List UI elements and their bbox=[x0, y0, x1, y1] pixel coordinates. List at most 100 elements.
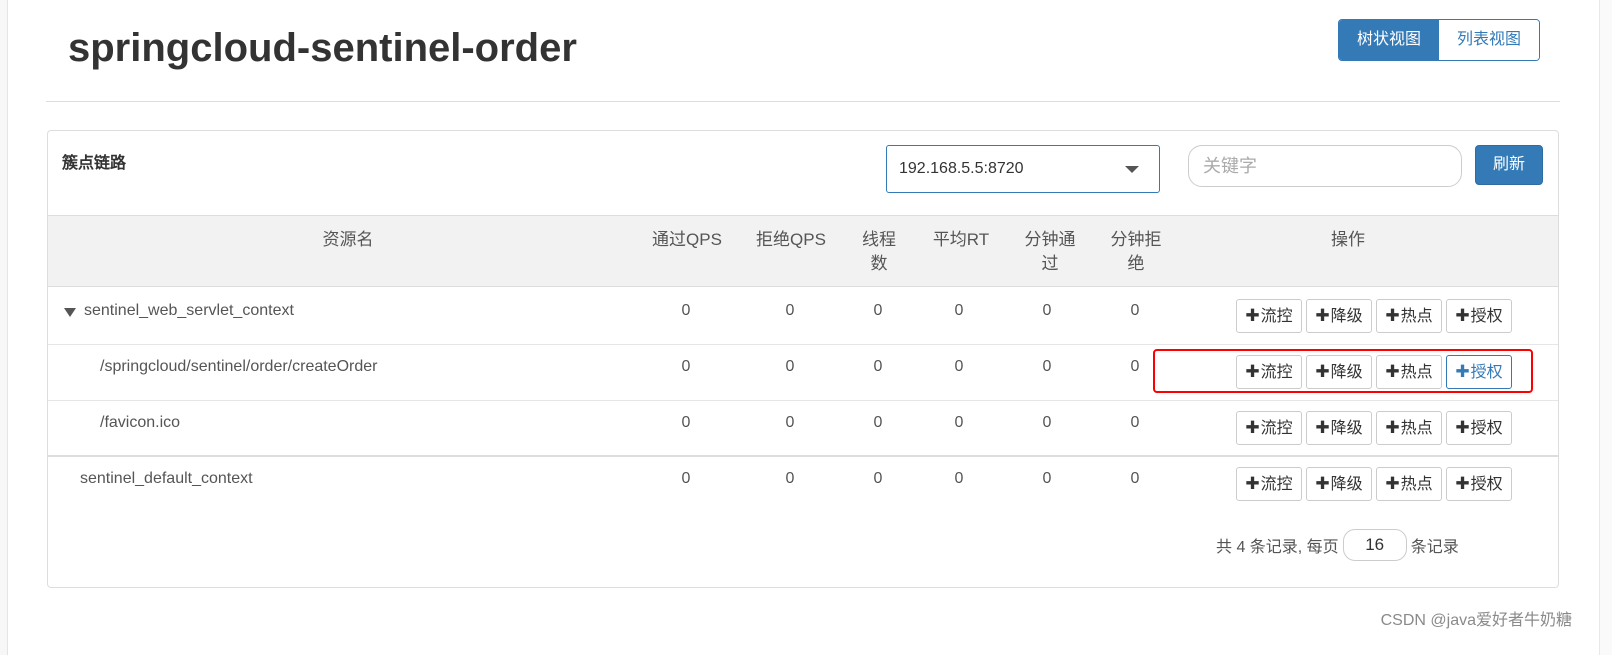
hot-label: 热点 bbox=[1400, 364, 1433, 381]
keyword-search-input[interactable] bbox=[1188, 145, 1462, 187]
auth-label: 授权 bbox=[1470, 476, 1503, 493]
avg-rt-value: 0 bbox=[954, 414, 964, 431]
machine-select[interactable]: 192.168.5.5:8720 bbox=[886, 145, 1160, 193]
degrade-label: 降级 bbox=[1330, 308, 1363, 325]
table-header: 资源名 通过QPS 拒绝QPS 线程数 平均RT 分钟通过 分钟拒绝 操作 bbox=[48, 215, 1558, 287]
row-actions: ✚流控 ✚降级 ✚热点 ✚授权 bbox=[1236, 467, 1512, 501]
add-auth-rule-button[interactable]: ✚授权 bbox=[1446, 467, 1512, 501]
header-pass-qps: 通过QPS bbox=[652, 230, 722, 249]
scrollbar-track[interactable] bbox=[1599, 0, 1612, 655]
minute-pass-value: 0 bbox=[1042, 302, 1052, 319]
table-row: sentinel_default_context 0 0 0 0 0 0 ✚流控… bbox=[48, 455, 1558, 513]
page-title: springcloud-sentinel-order bbox=[68, 26, 577, 70]
degrade-label: 降级 bbox=[1330, 420, 1363, 437]
table-row: sentinel_web_servlet_context 0 0 0 0 0 0… bbox=[48, 287, 1558, 345]
tree-view-button[interactable]: 树状视图 bbox=[1339, 20, 1439, 60]
threads-value: 0 bbox=[873, 358, 883, 375]
add-auth-rule-button[interactable]: ✚授权 bbox=[1446, 355, 1512, 389]
auth-label: 授权 bbox=[1470, 308, 1503, 325]
block-qps-value: 0 bbox=[785, 302, 795, 319]
avg-rt-value: 0 bbox=[954, 358, 964, 375]
minute-pass-value: 0 bbox=[1042, 470, 1052, 487]
plus-icon: ✚ bbox=[1245, 474, 1260, 493]
pass-qps-value: 0 bbox=[681, 358, 691, 375]
block-qps-value: 0 bbox=[785, 358, 795, 375]
plus-icon: ✚ bbox=[1385, 474, 1400, 493]
header-ops: 操作 bbox=[1331, 230, 1365, 249]
plus-icon: ✚ bbox=[1385, 306, 1400, 325]
view-toggle: 树状视图 列表视图 bbox=[1338, 19, 1540, 61]
panel-title: 簇点链路 bbox=[62, 155, 127, 172]
minute-block-value: 0 bbox=[1130, 302, 1140, 319]
add-hot-param-rule-button[interactable]: ✚热点 bbox=[1376, 467, 1442, 501]
hot-label: 热点 bbox=[1400, 308, 1433, 325]
minute-block-value: 0 bbox=[1130, 414, 1140, 431]
flow-label: 流控 bbox=[1260, 476, 1293, 493]
header-avg-rt: 平均RT bbox=[932, 230, 990, 249]
refresh-button[interactable]: 刷新 bbox=[1475, 145, 1543, 185]
minute-pass-value: 0 bbox=[1042, 358, 1052, 375]
add-hot-param-rule-button[interactable]: ✚热点 bbox=[1376, 411, 1442, 445]
plus-icon: ✚ bbox=[1315, 474, 1330, 493]
watermark: CSDN @java爱好者牛奶糖 bbox=[1380, 612, 1572, 629]
add-hot-param-rule-button[interactable]: ✚热点 bbox=[1376, 299, 1442, 333]
plus-icon: ✚ bbox=[1455, 306, 1470, 325]
degrade-label: 降级 bbox=[1330, 476, 1363, 493]
minute-block-value: 0 bbox=[1130, 470, 1140, 487]
row-actions: ✚流控 ✚降级 ✚热点 ✚授权 bbox=[1236, 355, 1512, 389]
flow-label: 流控 bbox=[1260, 420, 1293, 437]
hot-label: 热点 bbox=[1400, 420, 1433, 437]
add-degrade-rule-button[interactable]: ✚降级 bbox=[1306, 467, 1372, 501]
add-degrade-rule-button[interactable]: ✚降级 bbox=[1306, 355, 1372, 389]
plus-icon: ✚ bbox=[1315, 418, 1330, 437]
add-hot-param-rule-button[interactable]: ✚热点 bbox=[1376, 355, 1442, 389]
table-row: /favicon.ico 0 0 0 0 0 0 ✚流控 ✚降级 ✚热点 ✚授权 bbox=[48, 399, 1558, 457]
plus-icon: ✚ bbox=[1455, 418, 1470, 437]
add-flow-rule-button[interactable]: ✚流控 bbox=[1236, 411, 1302, 445]
page-size-input[interactable] bbox=[1342, 529, 1407, 561]
plus-icon: ✚ bbox=[1245, 306, 1260, 325]
pager-total-text: 共 4 条记录, 每页 bbox=[1216, 539, 1339, 556]
header-minute-block: 分钟拒绝 bbox=[1110, 230, 1162, 273]
plus-icon: ✚ bbox=[1385, 418, 1400, 437]
list-view-button[interactable]: 列表视图 bbox=[1439, 20, 1539, 60]
table-row: /springcloud/sentinel/order/createOrder … bbox=[48, 343, 1558, 401]
threads-value: 0 bbox=[873, 470, 883, 487]
header-minute-pass: 分钟通过 bbox=[1024, 230, 1076, 273]
auth-label: 授权 bbox=[1470, 420, 1503, 437]
header-block-qps: 拒绝QPS bbox=[756, 230, 826, 249]
add-flow-rule-button[interactable]: ✚流控 bbox=[1236, 299, 1302, 333]
caret-down-icon[interactable] bbox=[64, 308, 76, 317]
plus-icon: ✚ bbox=[1385, 362, 1400, 381]
header-threads: 线程数 bbox=[862, 230, 896, 273]
add-degrade-rule-button[interactable]: ✚降级 bbox=[1306, 411, 1372, 445]
pass-qps-value: 0 bbox=[681, 302, 691, 319]
resource-name: /favicon.ico bbox=[100, 414, 181, 431]
add-flow-rule-button[interactable]: ✚流控 bbox=[1236, 355, 1302, 389]
add-degrade-rule-button[interactable]: ✚降级 bbox=[1306, 299, 1372, 333]
resource-name: /springcloud/sentinel/order/createOrder bbox=[100, 358, 378, 375]
plus-icon: ✚ bbox=[1455, 362, 1470, 381]
row-actions: ✚流控 ✚降级 ✚热点 ✚授权 bbox=[1236, 411, 1512, 445]
row-actions: ✚流控 ✚降级 ✚热点 ✚授权 bbox=[1236, 299, 1512, 333]
resource-name: sentinel_default_context bbox=[80, 470, 253, 487]
pass-qps-value: 0 bbox=[681, 414, 691, 431]
threads-value: 0 bbox=[873, 302, 883, 319]
avg-rt-value: 0 bbox=[954, 470, 964, 487]
add-auth-rule-button[interactable]: ✚授权 bbox=[1446, 299, 1512, 333]
plus-icon: ✚ bbox=[1245, 418, 1260, 437]
minute-pass-value: 0 bbox=[1042, 414, 1052, 431]
add-flow-rule-button[interactable]: ✚流控 bbox=[1236, 467, 1302, 501]
pagination: 共 4 条记录, 每页 条记录 bbox=[1216, 527, 1459, 563]
header-divider bbox=[46, 101, 1560, 102]
add-auth-rule-button[interactable]: ✚授权 bbox=[1446, 411, 1512, 445]
avg-rt-value: 0 bbox=[954, 302, 964, 319]
flow-label: 流控 bbox=[1260, 364, 1293, 381]
machine-select-value: 192.168.5.5:8720 bbox=[899, 160, 1024, 177]
block-qps-value: 0 bbox=[785, 414, 795, 431]
minute-block-value: 0 bbox=[1130, 358, 1140, 375]
threads-value: 0 bbox=[873, 414, 883, 431]
resource-name: sentinel_web_servlet_context bbox=[84, 302, 294, 319]
degrade-label: 降级 bbox=[1330, 364, 1363, 381]
block-qps-value: 0 bbox=[785, 470, 795, 487]
